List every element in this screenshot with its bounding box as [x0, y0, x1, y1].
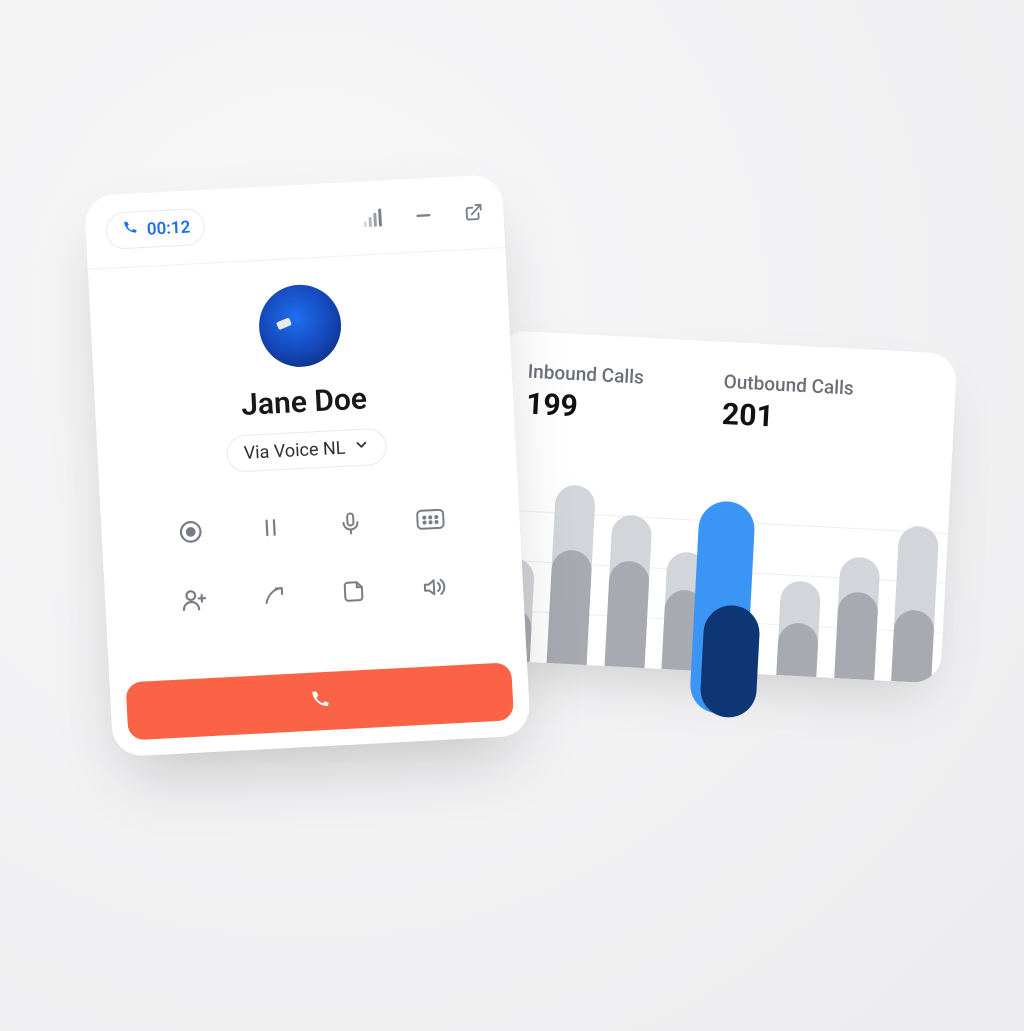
call-timer: 00:12	[146, 217, 190, 239]
header-icons	[363, 202, 484, 228]
chart-bar	[825, 488, 892, 681]
chart-bar	[596, 476, 663, 669]
contact-name: Jane Doe	[240, 381, 368, 423]
signal-icon	[363, 208, 384, 227]
phone-icon	[120, 218, 139, 242]
call-card: 00:12	[84, 174, 531, 757]
chart-bar-highlight-outbound	[699, 604, 761, 719]
transfer-button[interactable]	[250, 571, 298, 619]
stat-inbound: Inbound Calls 199	[525, 360, 644, 428]
via-selector[interactable]: Via Voice NL	[226, 428, 387, 473]
mute-button[interactable]	[326, 499, 374, 547]
chart-bar	[883, 491, 950, 684]
minimize-icon[interactable]	[413, 204, 434, 225]
add-user-button[interactable]	[170, 576, 218, 624]
call-timer-chip[interactable]: 00:12	[105, 208, 206, 250]
chevron-down-icon	[353, 436, 370, 458]
avatar	[257, 283, 343, 369]
stat-outbound-value: 201	[721, 397, 853, 439]
stats-header: Inbound Calls 199 Outbound Calls 201	[525, 360, 924, 443]
stat-inbound-label: Inbound Calls	[527, 360, 644, 389]
stat-inbound-value: 199	[525, 387, 643, 428]
speaker-button[interactable]	[410, 563, 458, 611]
call-controls	[167, 495, 459, 624]
stat-outbound: Outbound Calls 201	[721, 370, 854, 439]
popout-icon[interactable]	[463, 202, 484, 223]
chart-bar	[768, 485, 835, 678]
hangup-button[interactable]	[126, 662, 515, 740]
chart-bar	[538, 473, 605, 666]
via-label: Via Voice NL	[243, 438, 346, 464]
keypad-button[interactable]	[406, 495, 454, 543]
note-button[interactable]	[330, 567, 378, 615]
phone-icon	[307, 687, 332, 716]
stat-outbound-label: Outbound Calls	[723, 370, 854, 400]
call-card-body: Jane Doe Via Voice NL	[88, 248, 531, 757]
pause-button[interactable]	[246, 504, 294, 552]
record-button[interactable]	[167, 508, 215, 556]
